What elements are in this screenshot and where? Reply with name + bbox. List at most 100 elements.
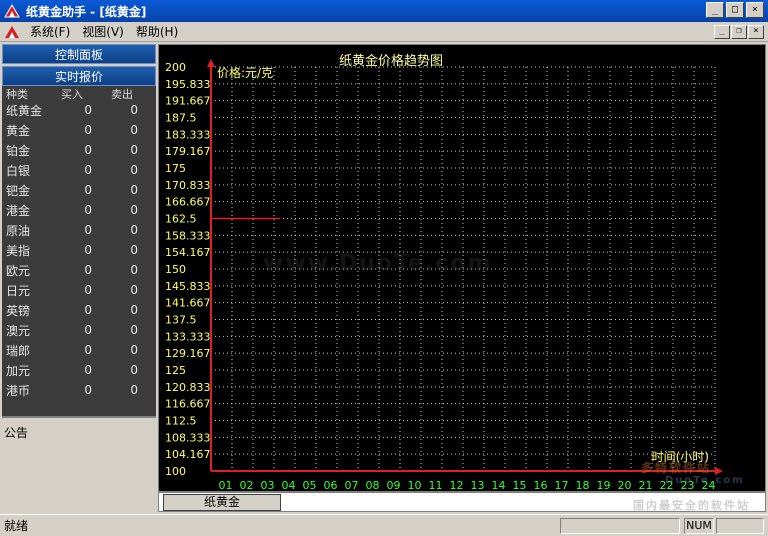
quote-name: 瑞郎 bbox=[6, 343, 31, 358]
y-tick-label: 183.333 bbox=[165, 128, 211, 141]
menu-system[interactable]: 系统(F) bbox=[24, 23, 76, 40]
quote-name: 纸黄金 bbox=[6, 103, 43, 118]
quote-row[interactable]: 加元 0 0 bbox=[2, 360, 156, 380]
quote-sell: 0 bbox=[130, 223, 138, 237]
y-tick-label: 191.667 bbox=[165, 95, 211, 108]
quote-row[interactable]: 铂金 0 0 bbox=[2, 140, 156, 160]
quote-name: 美指 bbox=[6, 243, 31, 258]
quote-sell: 0 bbox=[130, 203, 138, 217]
x-tick-label: 22 bbox=[660, 479, 674, 491]
quote-buy: 0 bbox=[84, 243, 92, 257]
quote-name: 港金 bbox=[6, 203, 31, 218]
y-tick-label: 116.667 bbox=[165, 398, 211, 411]
quote-buy: 0 bbox=[84, 283, 92, 297]
quote-row[interactable]: 港币 0 0 bbox=[2, 380, 156, 400]
column-header-name: 种类 bbox=[6, 88, 28, 101]
quote-row[interactable]: 欧元 0 0 bbox=[2, 260, 156, 280]
close-button[interactable]: × bbox=[746, 2, 764, 18]
quote-row[interactable]: 黄金 0 0 bbox=[2, 120, 156, 140]
quote-name: 白银 bbox=[6, 163, 31, 178]
x-tick-label: 19 bbox=[597, 479, 611, 491]
column-header-sell: 卖出 bbox=[111, 88, 133, 101]
quote-name: 铂金 bbox=[6, 143, 31, 158]
x-tick-label: 11 bbox=[429, 479, 443, 491]
quote-name: 黄金 bbox=[6, 123, 31, 138]
quote-row[interactable]: 白银 0 0 bbox=[2, 160, 156, 180]
quote-sell: 0 bbox=[130, 323, 138, 337]
x-tick-label: 12 bbox=[450, 479, 464, 491]
x-axis-arrow-icon bbox=[715, 467, 723, 475]
quote-sell: 0 bbox=[130, 103, 138, 117]
quote-row[interactable]: 纸黄金 0 0 bbox=[2, 100, 156, 120]
tab-strip: 纸黄金 国内最安全的软件站 bbox=[158, 492, 766, 512]
quote-buy: 0 bbox=[84, 383, 92, 397]
x-tick-label: 15 bbox=[513, 479, 527, 491]
quote-buy: 0 bbox=[84, 323, 92, 337]
y-tick-label: 166.667 bbox=[165, 196, 211, 209]
column-header-buy: 买入 bbox=[61, 88, 83, 101]
quote-row[interactable]: 英镑 0 0 bbox=[2, 300, 156, 320]
notice-panel: 公告 bbox=[2, 416, 156, 514]
quote-name: 原油 bbox=[6, 223, 31, 238]
x-tick-label: 17 bbox=[555, 479, 569, 491]
quote-sell: 0 bbox=[130, 123, 138, 137]
quote-row[interactable]: 钯金 0 0 bbox=[2, 180, 156, 200]
y-tick-label: 175 bbox=[165, 162, 186, 175]
minimize-button[interactable]: _ bbox=[706, 2, 724, 18]
y-axis-label: 价格:元/克 bbox=[217, 65, 273, 80]
y-tick-label: 108.333 bbox=[165, 431, 211, 444]
quote-name: 钯金 bbox=[6, 183, 31, 198]
quote-sell: 0 bbox=[130, 343, 138, 357]
sidebar: 控制面板 实时报价 种类 买入 卖出 纸黄金 0 0 黄金 0 0 铂金 0 0 白银 0 0 钯金 0 0… bbox=[2, 44, 156, 514]
y-tick-label: 120.833 bbox=[165, 381, 211, 394]
quote-row[interactable]: 澳元 0 0 bbox=[2, 320, 156, 340]
control-panel-button[interactable]: 控制面板 bbox=[2, 44, 156, 64]
y-tick-label: 170.833 bbox=[165, 179, 211, 192]
child-restore-button[interactable]: ❐ bbox=[731, 25, 747, 39]
quote-buy: 0 bbox=[84, 103, 92, 117]
maximize-button[interactable]: □ bbox=[726, 2, 744, 18]
price-chart: 200 195.833 191.667 187.5 183.333 179.167 175 1… bbox=[158, 44, 766, 492]
menu-help[interactable]: 帮助(H) bbox=[130, 23, 184, 40]
watermark-text: 国内最安全的软件站 bbox=[633, 499, 750, 512]
status-cell-empty bbox=[560, 518, 680, 534]
window-title: 纸黄金助手 - [纸黄金] bbox=[26, 4, 147, 19]
app-logo-icon bbox=[4, 4, 20, 18]
chart-title: 纸黄金价格趋势图 bbox=[339, 53, 443, 69]
quote-sell: 0 bbox=[130, 383, 138, 397]
app-window: 纸黄金助手 - [纸黄金] _ □ × 系统(F) 视图(V) 帮助(H) _ … bbox=[0, 0, 768, 536]
quote-sell: 0 bbox=[130, 163, 138, 177]
quote-row[interactable]: 日元 0 0 bbox=[2, 280, 156, 300]
tab-paper-gold[interactable]: 纸黄金 bbox=[163, 494, 281, 511]
quote-row[interactable]: 原油 0 0 bbox=[2, 220, 156, 240]
quote-buy: 0 bbox=[84, 183, 92, 197]
quote-sell: 0 bbox=[130, 243, 138, 257]
app-logo-icon bbox=[4, 25, 20, 39]
status-num-indicator: NUM bbox=[684, 518, 714, 534]
y-tick-label: 158.333 bbox=[165, 229, 211, 242]
quote-name: 日元 bbox=[6, 283, 31, 298]
x-tick-label: 01 bbox=[219, 479, 233, 491]
quote-buy: 0 bbox=[84, 363, 92, 377]
quote-buy: 0 bbox=[84, 203, 92, 217]
y-tick-label: 179.167 bbox=[165, 145, 211, 158]
y-tick-label: 100 bbox=[165, 465, 186, 478]
quote-buy: 0 bbox=[84, 303, 92, 317]
y-tick-label: 112.5 bbox=[165, 415, 197, 428]
quote-buy: 0 bbox=[84, 223, 92, 237]
quote-table-header: 种类 买入 卖出 bbox=[2, 86, 156, 101]
realtime-quote-button[interactable]: 实时报价 bbox=[2, 66, 156, 86]
quote-row[interactable]: 瑞郎 0 0 bbox=[2, 340, 156, 360]
quote-row[interactable]: 港金 0 0 bbox=[2, 200, 156, 220]
quote-sell: 0 bbox=[130, 283, 138, 297]
y-tick-label: 125 bbox=[165, 364, 186, 377]
child-minimize-button[interactable]: _ bbox=[714, 25, 730, 39]
quote-name: 英镑 bbox=[6, 303, 31, 318]
x-tick-label: 07 bbox=[345, 479, 359, 491]
child-close-button[interactable]: × bbox=[748, 25, 764, 39]
y-tick-label: 200 bbox=[165, 61, 186, 74]
quote-buy: 0 bbox=[84, 123, 92, 137]
menu-view[interactable]: 视图(V) bbox=[76, 23, 130, 40]
quote-row[interactable]: 美指 0 0 bbox=[2, 240, 156, 260]
x-tick-label: 04 bbox=[282, 479, 296, 491]
